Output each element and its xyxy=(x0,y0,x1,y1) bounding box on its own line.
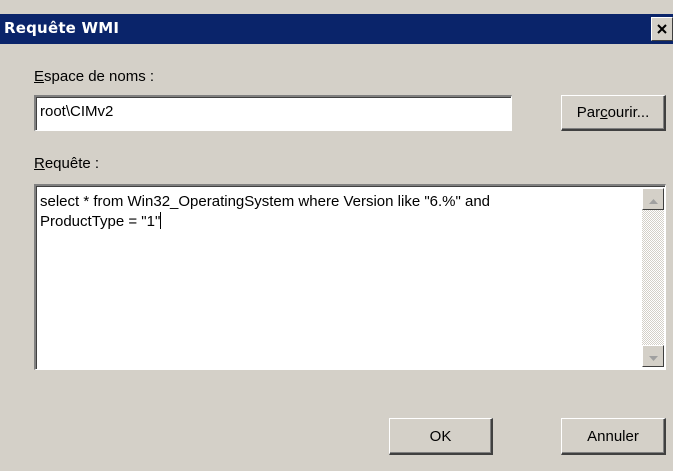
scroll-up-button[interactable] xyxy=(642,188,664,210)
arrow-up-icon xyxy=(648,191,658,208)
namespace-input[interactable]: root\CIMv2 xyxy=(34,95,512,131)
browse-label-post: ourir... xyxy=(607,104,650,121)
arrow-down-icon xyxy=(648,348,658,365)
text-caret xyxy=(160,212,162,229)
browse-button-label: Parcourir... xyxy=(577,104,650,121)
query-label-accelerator: R xyxy=(34,155,45,172)
browse-button[interactable]: Parcourir... xyxy=(561,95,666,131)
query-label-text: equête : xyxy=(44,155,100,172)
query-textarea[interactable]: select * from Win32_OperatingSystem wher… xyxy=(34,184,666,370)
ok-button[interactable]: OK xyxy=(389,418,493,455)
close-icon xyxy=(657,24,667,34)
query-label: Requête : xyxy=(34,155,99,172)
wmi-query-dialog: Requête WMI Espace de noms : root\CIMv2 … xyxy=(0,0,673,471)
cancel-button[interactable]: Annuler xyxy=(561,418,666,455)
scroll-down-button[interactable] xyxy=(642,345,664,367)
title-bar[interactable]: Requête WMI xyxy=(0,14,673,44)
query-value-text: select * from Win32_OperatingSystem wher… xyxy=(40,193,491,230)
browse-label-accelerator: c xyxy=(600,104,608,121)
browse-label-pre: Par xyxy=(576,104,601,121)
ok-button-label: OK xyxy=(429,427,452,445)
namespace-label-text: space de noms : xyxy=(44,68,155,85)
namespace-label: Espace de noms : xyxy=(34,68,154,85)
dialog-title: Requête WMI xyxy=(4,19,120,37)
close-button[interactable] xyxy=(651,17,673,41)
query-scrollbar[interactable] xyxy=(642,188,664,367)
query-value: select * from Win32_OperatingSystem wher… xyxy=(40,192,630,232)
namespace-value: root\CIMv2 xyxy=(40,103,114,120)
cancel-button-label: Annuler xyxy=(587,427,639,445)
namespace-label-accelerator: E xyxy=(34,68,45,85)
